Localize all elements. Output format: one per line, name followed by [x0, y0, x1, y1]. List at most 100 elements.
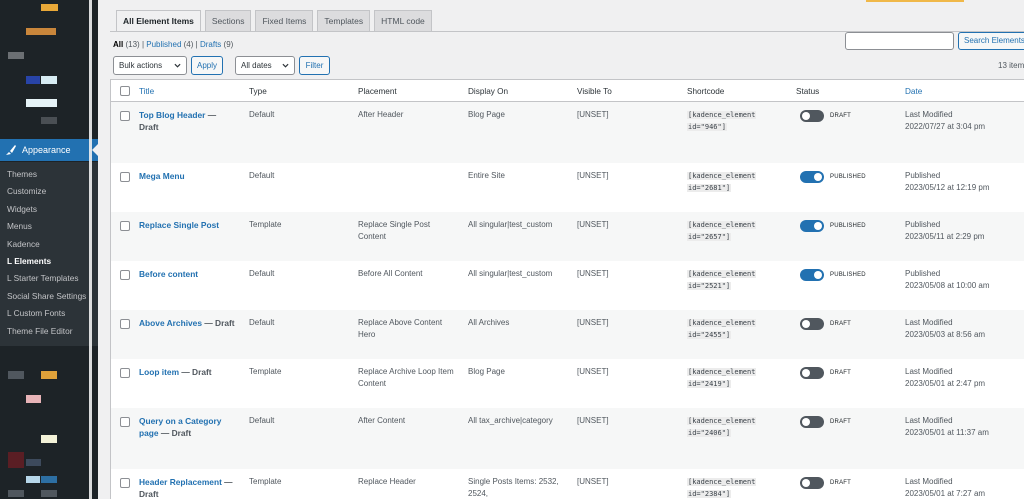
shortcode-line: id="2419"] — [687, 378, 756, 390]
element-title-text[interactable]: Top Blog Header — [139, 110, 205, 120]
filter-drafts[interactable]: Drafts (9) — [200, 40, 233, 49]
submenu-item-elements[interactable]: L Elements — [0, 253, 98, 270]
element-title[interactable]: Before content — [139, 268, 235, 280]
submenu-item-theme-file-editor[interactable]: Theme File Editor — [0, 323, 98, 340]
submenu-item-menus[interactable]: Menus — [0, 218, 98, 235]
element-title[interactable]: Mega Menu — [139, 170, 235, 182]
submenu-item-customize[interactable]: Customize — [0, 183, 98, 200]
status-toggle[interactable] — [800, 220, 824, 232]
menu-icon-placeholder[interactable] — [8, 490, 24, 497]
filter-all[interactable]: All (13) — [113, 40, 140, 49]
element-title-text[interactable]: Header Replacement — [139, 477, 222, 487]
status-toggle[interactable] — [800, 171, 824, 183]
placement-line: Before All Content — [358, 269, 423, 278]
filter-drafts-label: Drafts — [199, 40, 222, 49]
row-checkbox[interactable] — [120, 417, 130, 427]
menu-icon-placeholder[interactable] — [41, 435, 57, 443]
status-toggle[interactable] — [800, 477, 824, 489]
row-checkbox[interactable] — [120, 478, 130, 488]
submenu-item-kadence[interactable]: Kadence — [0, 236, 98, 253]
element-title[interactable]: Replace Single Post — [139, 219, 235, 231]
menu-icon-placeholder[interactable] — [26, 459, 41, 466]
status-toggle[interactable] — [800, 367, 824, 379]
select-all-checkbox[interactable] — [120, 86, 130, 96]
tab-templates[interactable]: Templates — [317, 10, 371, 32]
element-title[interactable]: Above Archives — Draft — [139, 317, 235, 329]
shortcode-text: id="2521"] — [687, 282, 732, 290]
element-title[interactable]: Loop item — Draft — [139, 366, 235, 378]
submenu-item-widgets[interactable]: Widgets — [0, 201, 98, 218]
tab-all-element-items[interactable]: All Element Items — [116, 10, 201, 32]
row-checkbox[interactable] — [120, 368, 130, 378]
status-toggle[interactable] — [800, 269, 824, 281]
element-shortcode: [kadence_element id="946"] — [687, 109, 757, 133]
status-toggle[interactable] — [800, 416, 824, 428]
element-title[interactable]: Query on a Category page — Draft — [139, 415, 235, 439]
element-title-text[interactable]: Before content — [139, 269, 198, 279]
menu-icon-placeholder[interactable] — [26, 99, 57, 107]
element-title-text[interactable]: Mega Menu — [139, 171, 185, 181]
shortcode-text: id="2406"] — [687, 429, 732, 437]
menu-icon-placeholder[interactable] — [26, 76, 40, 84]
row-checkbox[interactable] — [120, 319, 130, 329]
menu-icon-placeholder[interactable] — [26, 28, 56, 35]
menu-icon-placeholder[interactable] — [41, 117, 57, 124]
shortcode-text: [kadence_element — [687, 417, 757, 425]
table-row: Top Blog Header — Draft Default After Head… — [111, 102, 1024, 163]
display-line: All Archives — [468, 318, 510, 327]
menu-icon-placeholder[interactable] — [41, 490, 57, 497]
element-visible-to: [UNSET] — [577, 110, 609, 119]
row-checkbox[interactable] — [120, 111, 130, 121]
filter-published[interactable]: Published (4) — [146, 40, 193, 49]
bulk-actions-select[interactable]: Bulk actions — [113, 56, 187, 75]
element-placement: Replace Single Post Content — [358, 219, 462, 243]
element-title[interactable]: Header Replacement — Draft — [139, 476, 235, 499]
element-title[interactable]: Top Blog Header — Draft — [139, 109, 235, 133]
element-title-text[interactable]: Query on a Category — [139, 416, 221, 426]
date-status: Last Modified 2023/05/03 at 8:56 am — [905, 317, 985, 341]
row-checkbox[interactable] — [120, 172, 130, 182]
menu-icon-placeholder[interactable] — [8, 52, 24, 59]
placement-line: After Content — [358, 416, 406, 425]
filter-button[interactable]: Filter — [299, 56, 330, 75]
column-visible-to: Visible To — [577, 87, 612, 96]
row-checkbox[interactable] — [120, 221, 130, 231]
filter-separator: | — [141, 40, 145, 49]
shortcode-line: id="946"] — [687, 121, 756, 133]
column-date[interactable]: Date — [905, 87, 922, 96]
column-title[interactable]: Title — [139, 87, 154, 96]
submenu-item-custom-fonts[interactable]: L Custom Fonts — [0, 305, 98, 322]
search-elements-button[interactable]: Search Elements — [958, 32, 1024, 50]
menu-icon-placeholder[interactable] — [41, 4, 58, 11]
sidebar-item-appearance[interactable]: Appearance — [0, 139, 98, 161]
dates-select[interactable]: All dates — [235, 56, 295, 75]
submenu-item-themes[interactable]: Themes — [0, 166, 98, 183]
search-input[interactable] — [845, 32, 954, 50]
tab-sections[interactable]: Sections — [204, 10, 252, 32]
display-line: Blog Page — [468, 110, 505, 119]
element-title-text[interactable]: Loop item — [139, 367, 179, 377]
toggle-knob — [802, 479, 810, 487]
menu-icon-placeholder[interactable] — [26, 476, 40, 483]
menu-icon-placeholder[interactable] — [41, 371, 57, 379]
status-toggle[interactable] — [800, 318, 824, 330]
submenu-item-social-share[interactable]: Social Share Settings — [0, 288, 98, 305]
menu-icon-placeholder[interactable] — [26, 395, 41, 403]
status-toggle[interactable] — [800, 110, 824, 122]
menu-icon-placeholder[interactable] — [41, 476, 57, 483]
element-title-text[interactable]: page — [139, 428, 159, 438]
element-title-text[interactable]: Above Archives — [139, 318, 202, 328]
apply-button[interactable]: Apply — [191, 56, 223, 75]
row-checkbox[interactable] — [120, 270, 130, 280]
menu-icon-placeholder[interactable] — [8, 452, 24, 468]
element-shortcode: [kadence_element id="2406"] — [687, 415, 757, 439]
element-title-text[interactable]: Replace Single Post — [139, 220, 219, 230]
submenu-item-starter-templates[interactable]: L Starter Templates — [0, 270, 98, 287]
tab-fixed-items[interactable]: Fixed Items — [255, 10, 314, 32]
top-accent-bar — [866, 0, 964, 2]
shortcode-text: [kadence_element — [687, 172, 757, 180]
sidebar-item-label: Appearance — [22, 145, 71, 155]
menu-icon-placeholder[interactable] — [8, 371, 24, 379]
tab-html-code[interactable]: HTML code — [374, 10, 432, 32]
menu-icon-placeholder[interactable] — [41, 76, 57, 84]
